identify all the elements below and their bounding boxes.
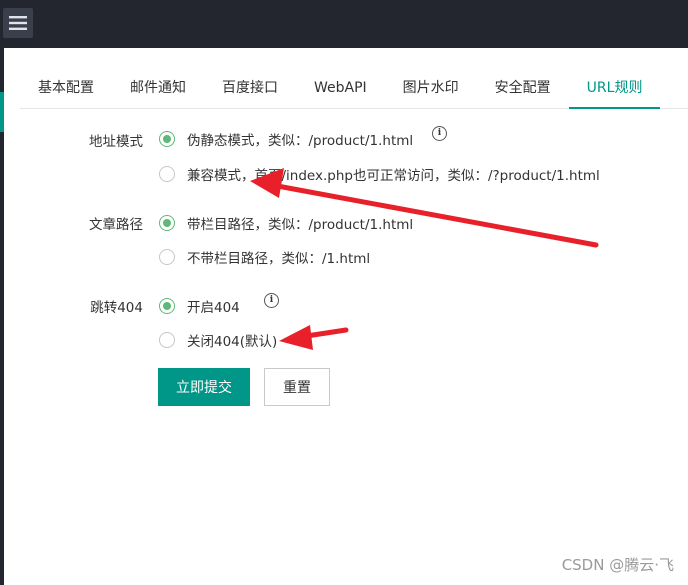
top-navbar <box>0 0 688 48</box>
tab-security-config[interactable]: 安全配置 <box>477 68 569 108</box>
redirect-404-off-radio[interactable]: 关闭404(默认) <box>159 330 277 350</box>
tab-basic-config[interactable]: 基本配置 <box>20 68 112 108</box>
info-icon[interactable]: i <box>432 126 447 141</box>
radio-label: 带栏目路径，类似：/product/1.html <box>187 217 414 233</box>
annotation-arrow <box>279 325 349 350</box>
tab-baidu-api[interactable]: 百度接口 <box>204 68 296 108</box>
tab-email-notify[interactable]: 邮件通知 <box>112 68 204 108</box>
radio-unchecked-icon <box>159 332 175 348</box>
radio-checked-icon <box>159 215 175 231</box>
redirect-404-label: 跳转404 <box>90 300 143 316</box>
radio-label: 关闭404(默认) <box>187 334 278 350</box>
redirect-404-on-radio[interactable]: 开启404 <box>159 296 240 316</box>
url-mode-label: 地址模式 <box>89 134 143 150</box>
submit-button[interactable]: 立即提交 <box>158 368 250 406</box>
radio-checked-icon <box>159 298 175 314</box>
info-icon[interactable]: i <box>264 293 279 308</box>
article-path-without-category-radio[interactable]: 不带栏目路径，类似：/1.html <box>159 247 370 267</box>
watermark: CSDN @腾云·飞 <box>561 556 674 574</box>
tab-webapi[interactable]: WebAPI <box>296 68 385 108</box>
radio-unchecked-icon <box>159 249 175 265</box>
tab-url-rules[interactable]: URL规则 <box>568 68 661 109</box>
reset-button[interactable]: 重置 <box>264 368 330 406</box>
url-mode-compatible-radio[interactable]: 兼容模式，首页/index.php也可正常访问，类似：/?product/1.h… <box>159 164 600 184</box>
radio-checked-icon <box>159 131 175 147</box>
radio-label: 伪静态模式，类似：/product/1.html <box>187 133 414 149</box>
url-mode-pseudo-static-radio[interactable]: 伪静态模式，类似：/product/1.html <box>159 129 413 149</box>
article-path-label: 文章路径 <box>89 217 143 233</box>
settings-tabs: 基本配置 邮件通知 百度接口 WebAPI 图片水印 安全配置 URL规则 <box>20 68 688 109</box>
radio-label: 不带栏目路径，类似：/1.html <box>187 251 371 267</box>
radio-unchecked-icon <box>159 166 175 182</box>
radio-label: 兼容模式，首页/index.php也可正常访问，类似：/?product/1.h… <box>187 168 600 184</box>
article-path-with-category-radio[interactable]: 带栏目路径，类似：/product/1.html <box>159 213 413 233</box>
radio-label: 开启404 <box>187 300 240 316</box>
hamburger-menu-icon[interactable] <box>3 8 33 38</box>
sidebar-active-indicator <box>0 92 4 132</box>
tab-image-watermark[interactable]: 图片水印 <box>385 68 477 108</box>
